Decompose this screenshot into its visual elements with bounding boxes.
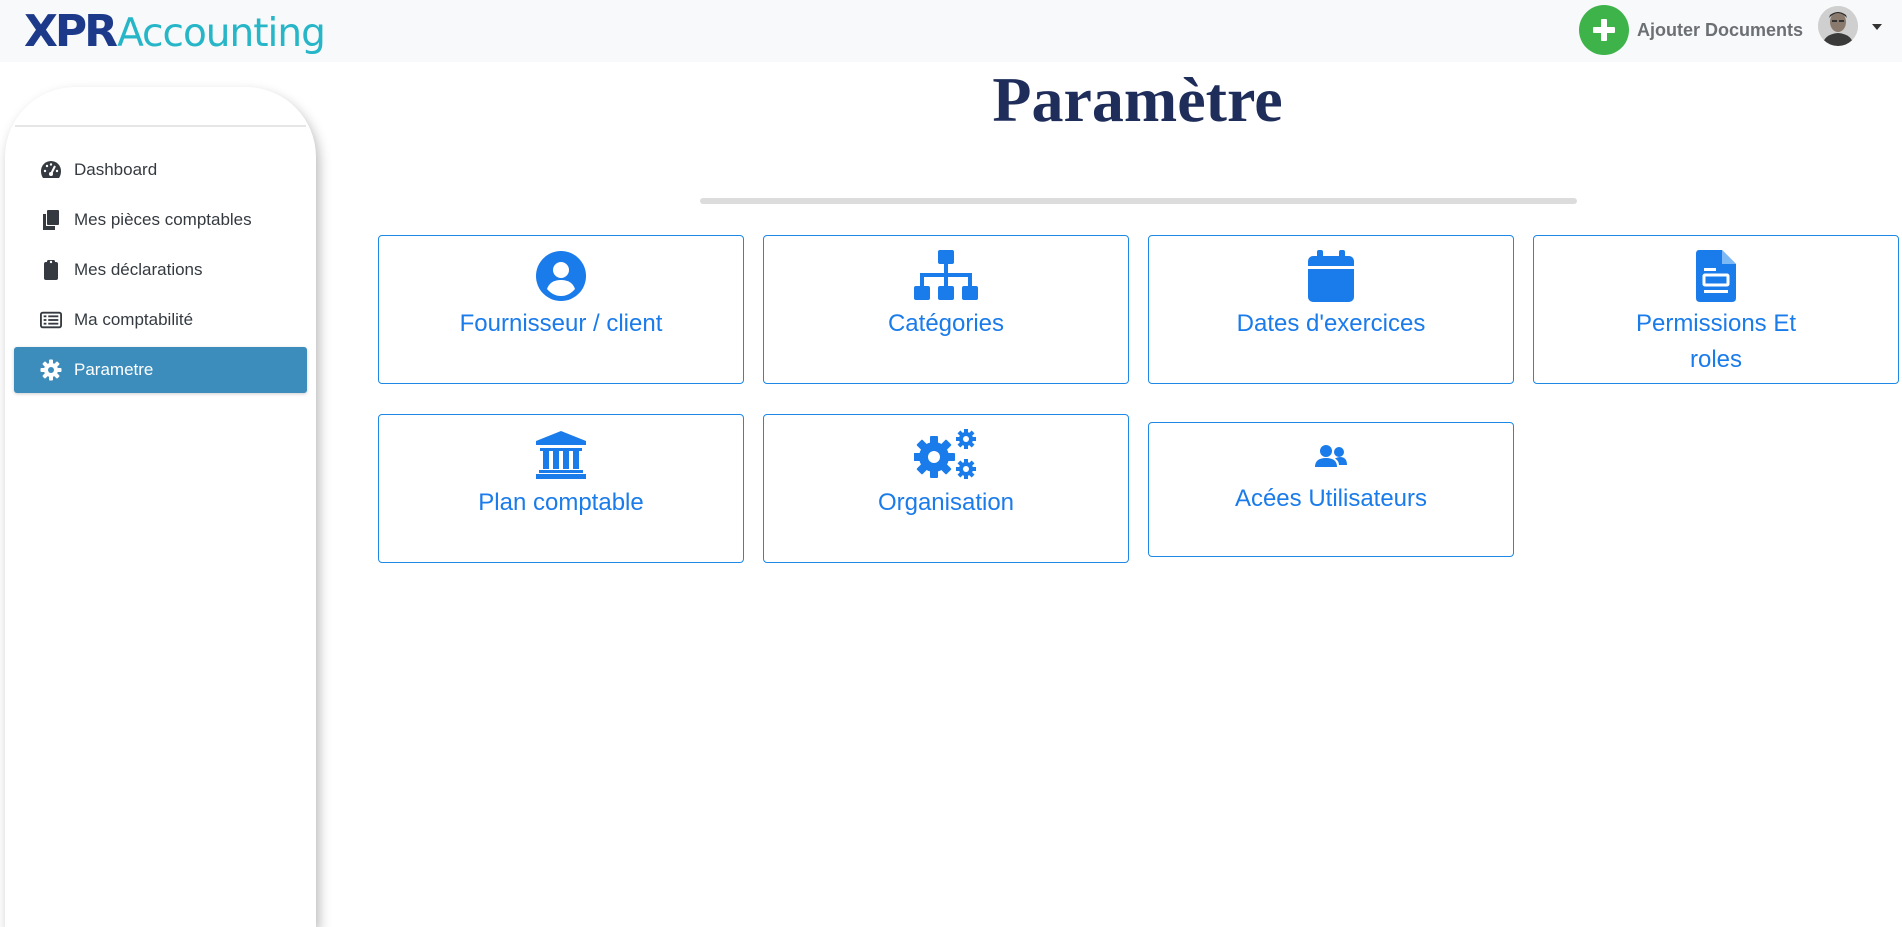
card-plan-comptable[interactable]: Plan comptable bbox=[378, 414, 744, 563]
sitemap-icon bbox=[914, 246, 978, 306]
sidebar-item-comptabilite[interactable]: Ma comptabilité bbox=[14, 297, 307, 343]
title-divider bbox=[700, 198, 1577, 204]
plus-icon bbox=[1579, 5, 1629, 55]
logo-xpr: XPR bbox=[24, 6, 118, 57]
card-label-line2: roles bbox=[1689, 346, 1743, 373]
university-icon bbox=[536, 425, 586, 485]
list-alt-icon bbox=[40, 309, 62, 331]
copy-icon bbox=[40, 209, 62, 231]
calendar-icon bbox=[1308, 246, 1354, 306]
card-label: Plan comptable bbox=[478, 489, 644, 516]
sidebar: Dashboard Mes pièces comptables Mes décl… bbox=[5, 87, 316, 927]
sidebar-item-label: Dashboard bbox=[74, 160, 158, 179]
user-menu-caret-icon[interactable] bbox=[1872, 24, 1882, 30]
top-navbar: XPR Accounting Ajouter Documents bbox=[0, 0, 1902, 62]
sidebar-item-pieces-comptables[interactable]: Mes pièces comptables bbox=[14, 197, 307, 243]
card-label: Organisation bbox=[877, 489, 1015, 516]
add-documents-button[interactable]: Ajouter Documents bbox=[1579, 5, 1803, 55]
card-label: Dates d'exercices bbox=[1236, 310, 1426, 337]
user-friends-icon bbox=[1315, 431, 1347, 481]
user-avatar[interactable] bbox=[1818, 6, 1858, 46]
sidebar-divider bbox=[15, 125, 306, 127]
clipboard-icon bbox=[40, 259, 62, 281]
add-documents-label: Ajouter Documents bbox=[1637, 19, 1804, 40]
card-permissions-roles[interactable]: Permissions Et roles bbox=[1533, 235, 1899, 384]
sidebar-item-dashboard[interactable]: Dashboard bbox=[14, 147, 307, 193]
sidebar-item-label: Parametre bbox=[74, 360, 154, 379]
sidebar-item-declarations[interactable]: Mes déclarations bbox=[14, 247, 307, 293]
cogs-icon bbox=[914, 425, 978, 485]
page-title: Paramètre bbox=[992, 64, 1283, 135]
card-categories[interactable]: Catégories bbox=[763, 235, 1129, 384]
sidebar-item-label: Mes déclarations bbox=[74, 260, 203, 279]
card-fournisseur-client[interactable]: Fournisseur / client bbox=[378, 235, 744, 384]
user-circle-icon bbox=[536, 246, 586, 306]
card-label: Catégories bbox=[887, 310, 1005, 337]
card-label: Fournisseur / client bbox=[459, 310, 663, 337]
card-organisation[interactable]: Organisation bbox=[763, 414, 1129, 563]
card-label: Acées Utilisateurs bbox=[1234, 485, 1428, 512]
app-logo[interactable]: XPR Accounting bbox=[24, 4, 326, 60]
card-acces-utilisateurs[interactable]: Acées Utilisateurs bbox=[1148, 422, 1514, 557]
sidebar-item-label: Ma comptabilité bbox=[74, 310, 194, 329]
logo-accounting: Accounting bbox=[117, 11, 326, 56]
card-label-line1: Permissions Et bbox=[1635, 310, 1797, 337]
file-alt-icon bbox=[1696, 246, 1736, 306]
sidebar-item-parametre[interactable]: Parametre bbox=[14, 347, 307, 393]
card-dates-exercices[interactable]: Dates d'exercices bbox=[1148, 235, 1514, 384]
gear-icon bbox=[40, 359, 62, 381]
sidebar-item-label: Mes pièces comptables bbox=[74, 210, 252, 229]
sidebar-nav: Dashboard Mes pièces comptables Mes décl… bbox=[14, 147, 307, 397]
tachometer-icon bbox=[40, 159, 62, 181]
